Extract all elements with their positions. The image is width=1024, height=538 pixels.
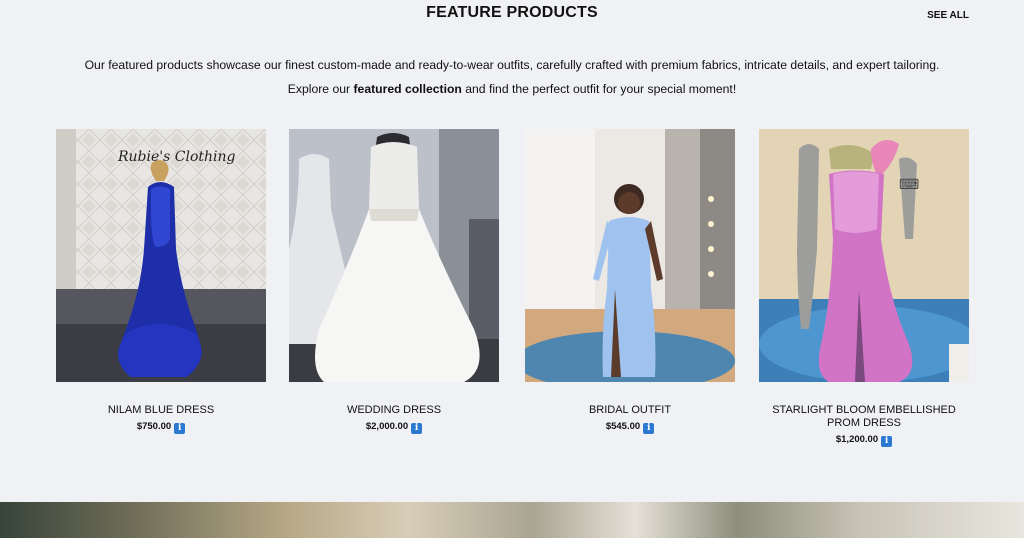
- product-name[interactable]: STARLIGHT BLOOM EMBELLISHED PROM DRESS: [759, 404, 969, 430]
- product-name[interactable]: WEDDING DRESS: [289, 404, 499, 417]
- product-price: $2,000.00: [365, 421, 409, 432]
- product-image-wedding-dress[interactable]: [289, 129, 499, 382]
- product-price-row: $2,000.00 i: [289, 421, 499, 434]
- section-intro: Our featured products showcase our fines…: [0, 53, 1024, 101]
- next-section-banner-image: [0, 502, 1024, 538]
- intro-line-2: Explore our featured collection and find…: [0, 77, 1024, 101]
- intro-line-1: Our featured products showcase our fines…: [84, 58, 940, 72]
- section-header: FEATURE PRODUCTS SEE ALL: [0, 0, 1024, 30]
- product-name[interactable]: NILAM BLUE DRESS: [56, 404, 266, 417]
- product-card[interactable]: ⌨ STARLIGHT BLOOM EMBELLISHED PROM DRESS…: [759, 129, 969, 447]
- product-price-row: $1,200.00 i: [759, 434, 969, 447]
- brand-logo-text: Rubie's Clothing: [117, 149, 236, 165]
- see-all-link[interactable]: SEE ALL: [927, 10, 969, 21]
- product-card[interactable]: WEDDING DRESS $2,000.00 i: [289, 129, 499, 434]
- svg-text:⌨: ⌨: [899, 176, 919, 192]
- info-icon[interactable]: i: [881, 436, 893, 447]
- intro-line-2-post: and find the perfect outfit for your spe…: [461, 82, 737, 96]
- intro-line-2-pre: Explore our: [287, 82, 354, 96]
- product-card[interactable]: BRIDAL OUTFIT $545.00 i: [525, 129, 735, 434]
- product-grid: Rubie's Clothing NILAM BLUE DRESS $750.0…: [56, 129, 969, 469]
- product-price-row: $750.00 i: [56, 421, 266, 434]
- product-image-nilam-blue-dress[interactable]: Rubie's Clothing: [56, 129, 266, 382]
- product-price: $545.00: [605, 421, 641, 432]
- product-card[interactable]: Rubie's Clothing NILAM BLUE DRESS $750.0…: [56, 129, 266, 434]
- product-price: $750.00: [136, 421, 172, 432]
- info-icon[interactable]: i: [643, 423, 655, 434]
- product-price-row: $545.00 i: [525, 421, 735, 434]
- section-title: FEATURE PRODUCTS: [426, 4, 598, 21]
- product-image-bridal-outfit[interactable]: [525, 129, 735, 382]
- info-icon[interactable]: i: [411, 423, 423, 434]
- info-icon[interactable]: i: [174, 423, 186, 434]
- product-image-starlight-bloom-dress[interactable]: ⌨: [759, 129, 969, 382]
- product-price: $1,200.00: [835, 434, 879, 445]
- product-name[interactable]: BRIDAL OUTFIT: [525, 404, 735, 417]
- intro-line-2-bold: featured collection: [353, 82, 462, 96]
